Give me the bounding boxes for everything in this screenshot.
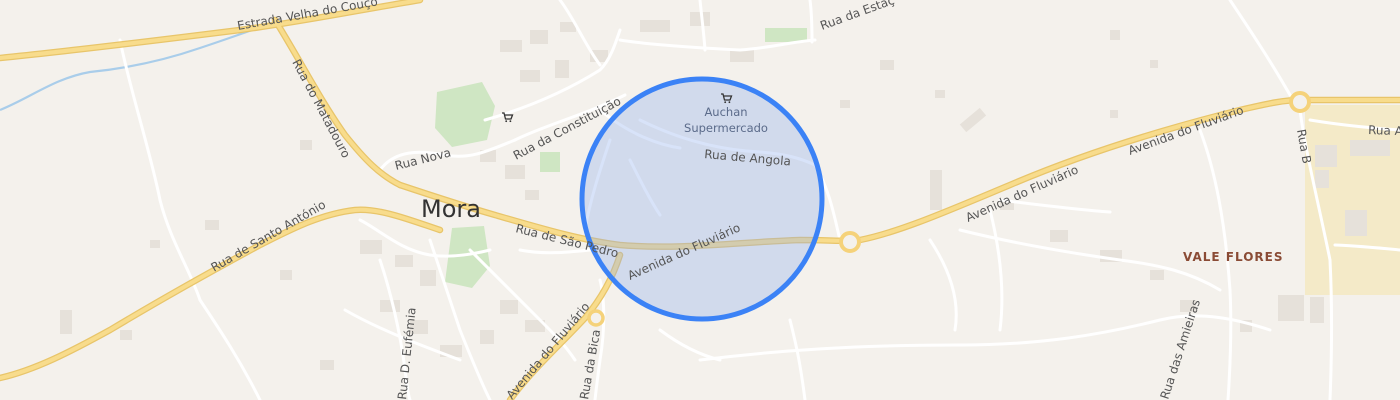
map-canvas[interactable]: Estrada Velha do Couço Rua do Matadouro … (0, 0, 1400, 400)
park-area (540, 152, 560, 172)
road-label-rua-a: Rua A (1368, 123, 1400, 138)
map-view[interactable]: Estrada Velha do Couço Rua do Matadouro … (0, 0, 1400, 400)
town-label: Mora (421, 195, 481, 223)
roundabout (587, 309, 605, 327)
park-area (435, 82, 495, 147)
district-label: VALE FLORES (1183, 250, 1283, 264)
poi-name-line1: Auchan (704, 105, 747, 119)
park-area (765, 28, 807, 42)
poi-name-line2: Supermercado (684, 121, 768, 135)
roundabout (839, 231, 861, 253)
roundabout (1289, 91, 1311, 113)
search-radius-circle[interactable] (579, 76, 825, 322)
